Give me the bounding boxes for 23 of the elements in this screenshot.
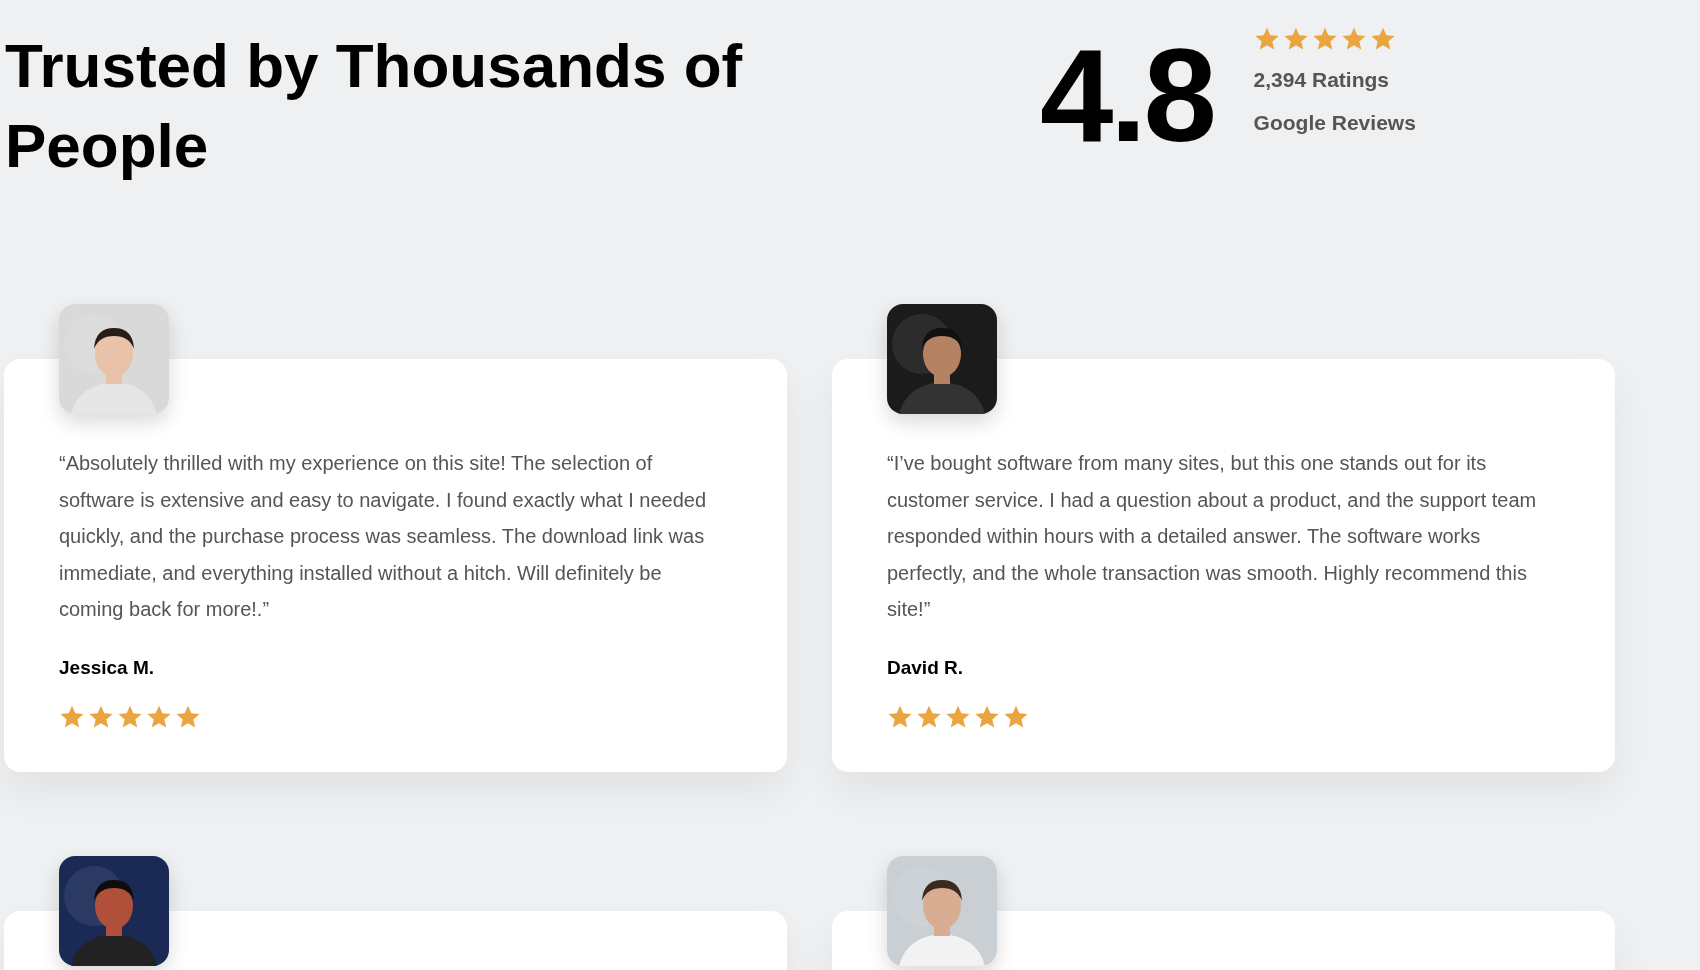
star-icon [146,704,172,730]
star-icon [1003,704,1029,730]
star-icon [1369,26,1396,52]
star-icon [175,704,201,730]
rating-value: 4.8 [1040,30,1214,162]
star-icon [117,704,143,730]
reviewer-name: David R. [887,655,964,680]
star-icon [88,704,114,730]
star-icon [945,704,971,730]
review-source: Google Reviews [1253,109,1416,136]
reviewer-name: Jessica M. [59,655,155,680]
testimonial-quote: “I’ve bought software from many sites, but this one stands out for its customer service. I had a question about a product, and the support team responded within hours with a detailed answer. The software works perfectly, and the whole transaction was smooth. Highly recommend this site!” [887,451,1538,622]
ratings-count: 2,394 Ratings [1253,67,1390,93]
star-icon [1282,26,1309,52]
star-icon [916,704,942,730]
star-icon [1253,26,1280,52]
star-icon [59,704,85,730]
star-icon [974,704,1000,730]
star-icon [1311,26,1338,52]
star-icon [1340,26,1367,52]
star-icon [887,704,913,730]
testimonial-quote: “Absolutely thrilled with my experience on this site! The selection of software is extensive and easy to navigate. I found exactly what I needed quickly, and the purchase process was seamless. The download link was immediate, and everything installed without a hitch. Will definitely be coming back for more!.” [59,451,708,622]
page-heading: Trusted by Thousands of People [4,30,744,182]
